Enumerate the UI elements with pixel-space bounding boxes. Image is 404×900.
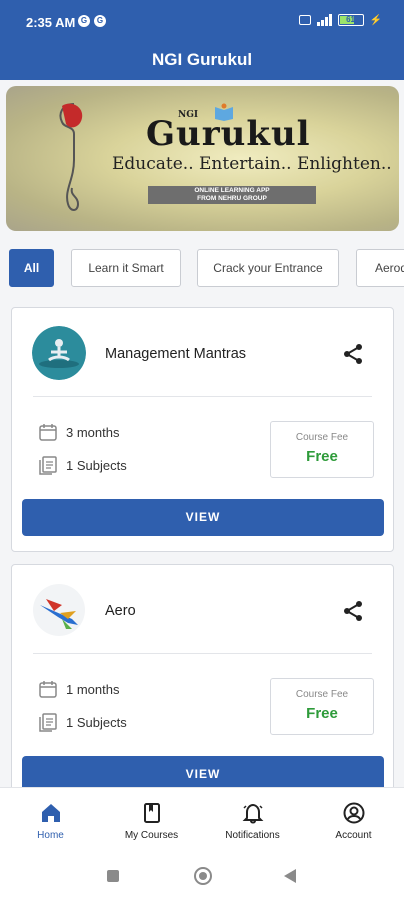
banner-ribbon: ONLINE LEARNING APP FROM NEHRU GROUP	[148, 186, 316, 204]
course-subjects-text: 1 Subjects	[66, 714, 127, 730]
seahorse-art-icon	[59, 103, 83, 211]
course-card[interactable]: Management Mantras 3 months 1 Subjects C…	[11, 307, 394, 552]
bell-icon	[242, 803, 264, 824]
course-duration: 1 months	[38, 679, 119, 699]
course-title: Management Mantras	[105, 346, 247, 362]
course-fee-label: Course Fee	[295, 432, 349, 443]
card-divider	[33, 653, 372, 654]
course-duration-text: 1 months	[66, 681, 120, 697]
course-subjects: 1 Subjects	[38, 712, 127, 732]
filter-chip-crack-your-entrance[interactable]: Crack your Entrance	[197, 249, 339, 287]
filter-chip-aero[interactable]: Aerod	[356, 249, 404, 287]
bottom-navigation: Home My Courses Notifications Account	[0, 787, 404, 849]
filter-chip-all[interactable]: All	[9, 249, 54, 287]
app-bar: NGI Gurukul	[0, 42, 404, 80]
nav-notifications[interactable]: Notifications	[202, 788, 303, 850]
home-button[interactable]	[194, 867, 212, 885]
calendar-icon	[39, 681, 57, 698]
nav-account[interactable]: Account	[303, 788, 404, 850]
course-fee-box: Course Fee Free	[270, 421, 374, 478]
banner-ribbon-line1: ONLINE LEARNING APP	[194, 187, 270, 194]
view-course-button[interactable]: VIEW	[22, 499, 384, 536]
filter-chip-learn-it-smart[interactable]: Learn it Smart	[71, 249, 181, 287]
signal-icon	[316, 14, 332, 26]
promo-banner[interactable]: NGI Gurukul Educate.. Entertain.. Enligh…	[6, 86, 399, 231]
nav-account-label: Account	[335, 830, 372, 841]
course-fee-value: Free	[306, 448, 338, 465]
sim-icon	[298, 15, 311, 25]
app-title: NGI Gurukul	[151, 50, 253, 69]
share-icon[interactable]	[341, 599, 365, 623]
meditation-icon	[32, 326, 86, 380]
status-time: 2:35 AM	[26, 15, 76, 30]
course-title: Aero	[105, 603, 136, 619]
airplane-icon	[33, 584, 85, 636]
course-duration: 3 months	[38, 422, 119, 442]
banner-ribbon-line2: FROM NEHRU GROUP	[197, 195, 267, 202]
course-subjects-text: 1 Subjects	[66, 457, 127, 473]
nav-notifications-label: Notifications	[225, 830, 280, 841]
status-right-icons: 61 ⚡	[298, 14, 382, 26]
status-bar: 2:35 AM G G 61 ⚡	[0, 0, 404, 42]
recents-button[interactable]	[107, 870, 119, 882]
course-fee-value: Free	[306, 705, 338, 722]
banner-tagline: Educate.. Entertain.. Enlighten..	[112, 154, 392, 174]
charging-icon: ⚡	[369, 14, 382, 26]
back-button[interactable]	[284, 869, 296, 883]
battery-icon: 61	[337, 14, 364, 26]
book-icon	[144, 803, 160, 823]
system-navigation	[0, 849, 404, 900]
subjects-icon	[39, 713, 57, 732]
course-avatar	[32, 583, 86, 637]
banner-logo-text: Gurukul	[146, 114, 311, 154]
subjects-icon	[39, 456, 57, 475]
status-app-icon: G	[78, 15, 90, 27]
account-icon	[343, 802, 365, 824]
course-avatar	[32, 326, 86, 380]
course-fee-label: Course Fee	[295, 689, 349, 700]
status-app-icon: G	[94, 15, 106, 27]
share-icon[interactable]	[341, 342, 365, 366]
calendar-icon	[39, 424, 57, 441]
card-divider	[33, 396, 372, 397]
nav-my-courses-label: My Courses	[124, 830, 179, 841]
battery-level: 61	[346, 15, 355, 24]
nav-my-courses[interactable]: My Courses	[101, 788, 202, 850]
status-left-icons: G G	[78, 15, 106, 27]
course-card[interactable]: Aero 1 months 1 Subjects Course Fee Free…	[11, 564, 394, 804]
home-icon	[42, 804, 60, 822]
nav-home-label: Home	[37, 830, 64, 841]
course-fee-box: Course Fee Free	[270, 678, 374, 735]
course-duration-text: 3 months	[66, 424, 120, 440]
category-filters: All Learn it Smart Crack your Entrance A…	[0, 249, 404, 287]
nav-home[interactable]: Home	[0, 788, 101, 850]
course-subjects: 1 Subjects	[38, 455, 127, 475]
